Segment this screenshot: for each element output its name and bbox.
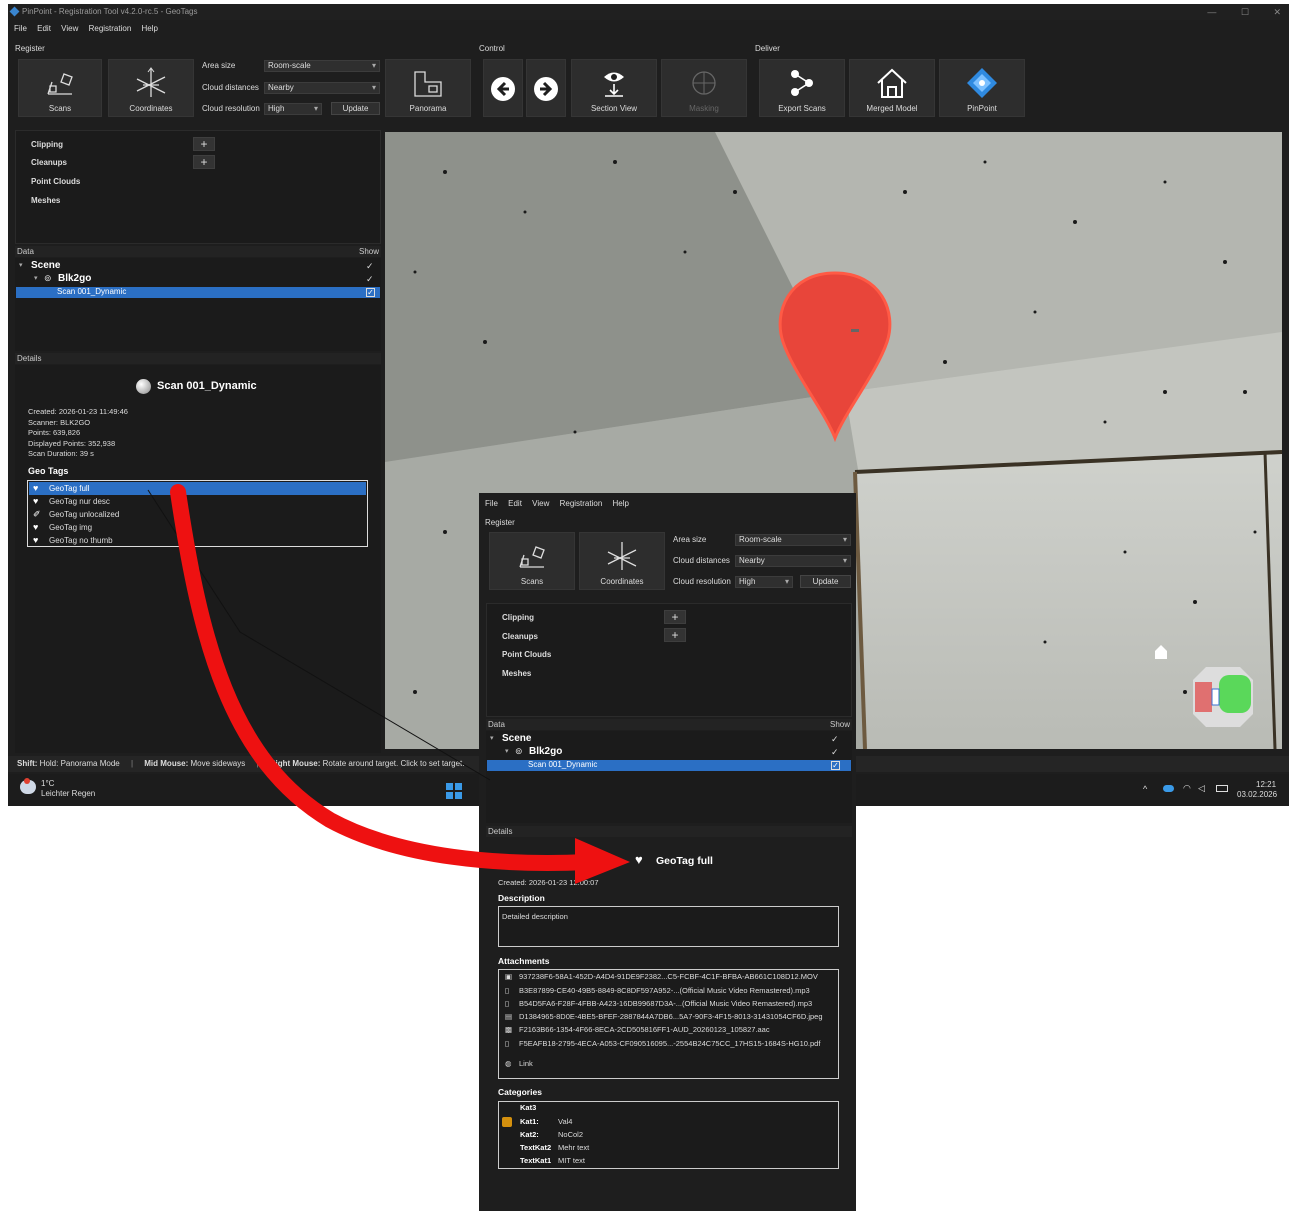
annotation-overlay [147, 484, 630, 884]
red-arrow-head [575, 838, 630, 884]
red-arrow [170, 484, 596, 871]
